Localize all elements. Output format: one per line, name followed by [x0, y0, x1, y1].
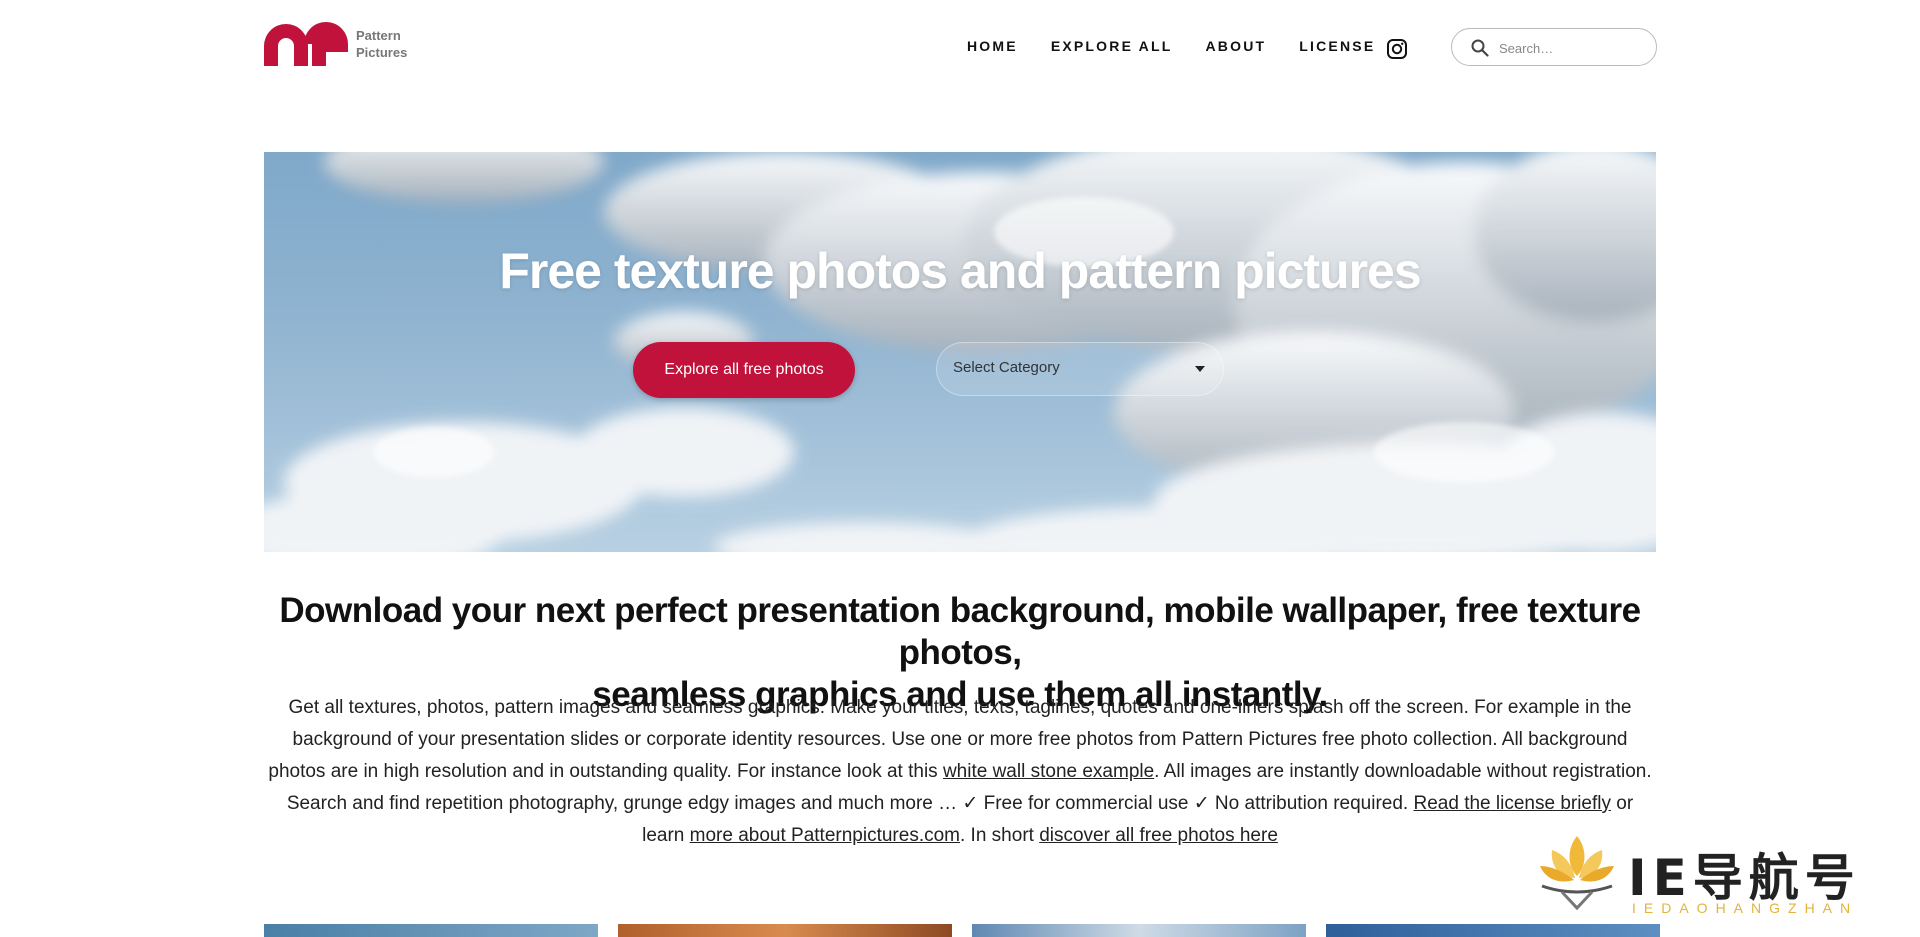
instagram-icon[interactable] [1386, 38, 1408, 60]
logo-text: Pattern Pictures [356, 27, 407, 61]
nav-explore-all[interactable]: EXPLORE ALL [1051, 38, 1173, 54]
white-wall-stone-link[interactable]: white wall stone example [943, 761, 1154, 782]
watermark: IE导航号 IEDAOHANGZHAN [1532, 828, 1910, 928]
nav-license[interactable]: LICENSE [1299, 38, 1375, 54]
caret-down-icon [1195, 366, 1205, 372]
category-select-label: Select Category [953, 359, 1060, 376]
desc-part4: . In short [960, 825, 1040, 846]
explore-all-photos-button[interactable]: Explore all free photos [633, 342, 855, 398]
nav-home[interactable]: HOME [967, 38, 1018, 54]
photo-thumbnail[interactable] [972, 924, 1306, 937]
logo-text-line1: Pattern [356, 28, 401, 43]
site-logo[interactable]: Pattern Pictures [264, 22, 407, 66]
lotus-logo-icon [1540, 836, 1614, 911]
search-icon[interactable] [1471, 39, 1489, 57]
intro-description: Get all textures, photos, pattern images… [264, 692, 1656, 852]
about-link[interactable]: more about Patternpictures.com [690, 825, 960, 846]
search-input[interactable] [1497, 37, 1641, 59]
logo-icon [264, 22, 348, 66]
discover-all-photos-link[interactable]: discover all free photos here [1039, 825, 1278, 846]
photo-thumbnail[interactable] [264, 924, 598, 937]
nav-about[interactable]: ABOUT [1206, 38, 1267, 54]
photo-thumbnail[interactable] [618, 924, 952, 937]
hero-title: Free texture photos and pattern pictures [499, 243, 1421, 299]
site-header: Pattern Pictures HOME EXPLORE ALL ABOUT … [0, 0, 1920, 100]
category-select[interactable]: Select Category [936, 342, 1224, 396]
hero-banner: Free texture photos and pattern pictures… [264, 152, 1656, 552]
main-nav: HOME EXPLORE ALL ABOUT LICENSE [967, 38, 1408, 54]
search-box [1451, 28, 1657, 66]
headline-line1: Download your next perfect presentation … [279, 591, 1641, 672]
license-link[interactable]: Read the license briefly [1414, 793, 1612, 814]
watermark-en-text: IEDAOHANGZHAN [1632, 900, 1859, 916]
logo-text-line2: Pictures [356, 45, 408, 60]
